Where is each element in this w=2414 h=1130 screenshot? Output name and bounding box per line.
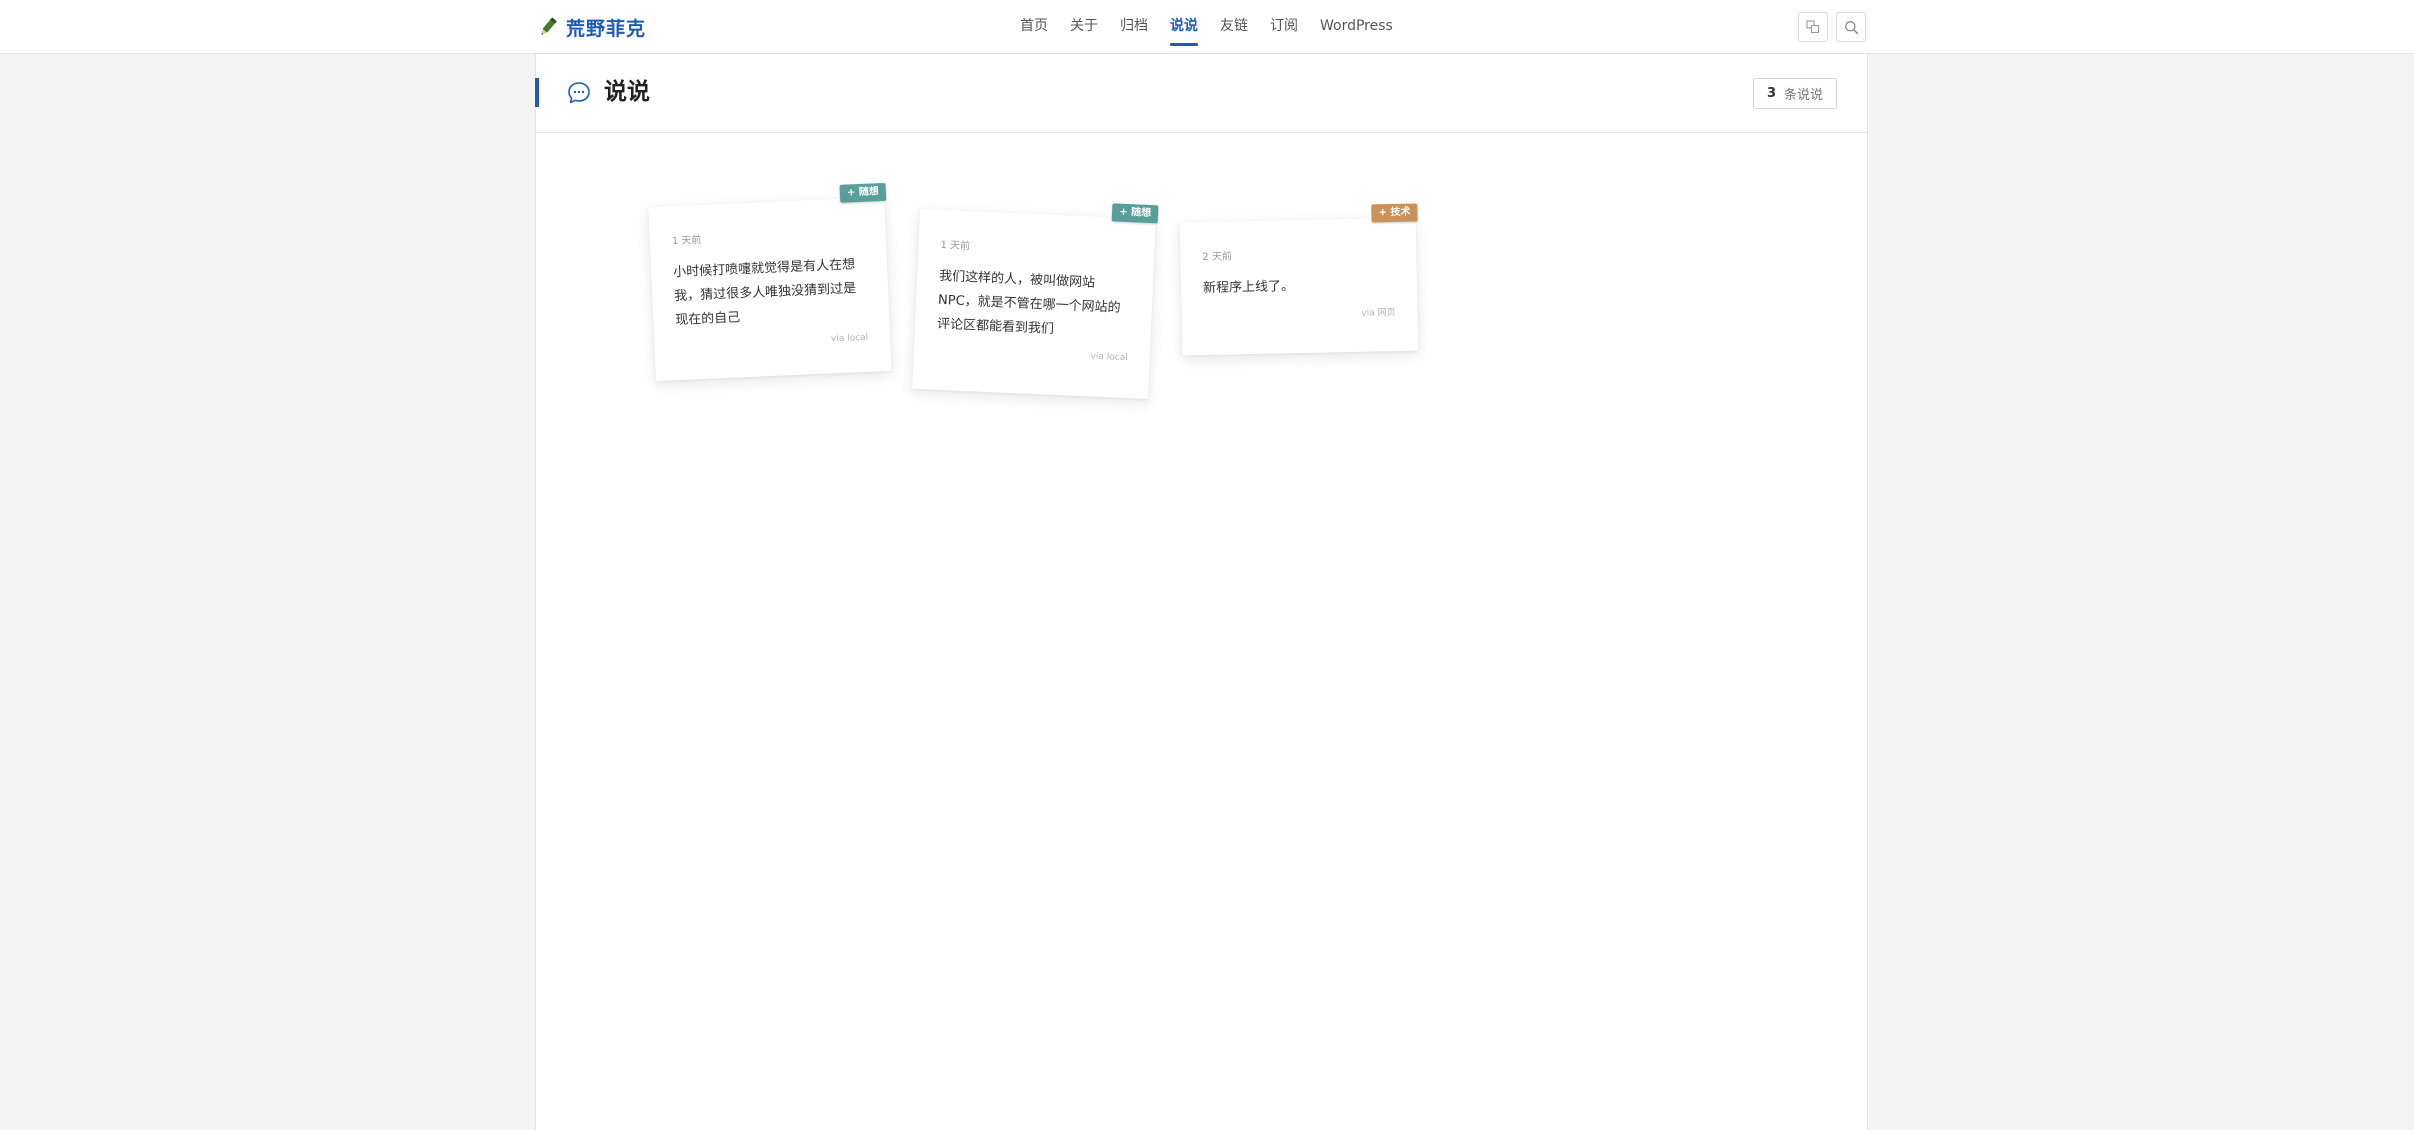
note-time: 1 天前 — [671, 234, 702, 248]
note-source: via local — [830, 332, 869, 345]
nav-item-about[interactable]: 关于 — [1070, 0, 1098, 53]
main-nav: 首页 关于 归档 说说 友链 订阅 WordPress — [1020, 0, 1415, 53]
title-accent-bar — [535, 78, 539, 107]
note-time: 2 天前 — [1202, 251, 1233, 264]
post-count-label: 条说说 — [1783, 88, 1823, 103]
note-text: 小时候打喷嚏就觉得是有人在想我，猜过很多人唯独没猜到过是现在的自己 — [672, 257, 857, 329]
post-count-number: 3 — [1766, 86, 1776, 101]
note-text: 我们这样的人，被叫做网站NPC，就是不管在哪一个网站的评论区都能看到我们 — [936, 268, 1121, 337]
nav-item-subscribe[interactable]: 订阅 — [1270, 0, 1298, 53]
nav-item-archive[interactable]: 归档 — [1120, 0, 1148, 53]
nav-item-links[interactable]: 友链 — [1220, 0, 1248, 53]
search-icon — [1844, 20, 1858, 34]
nav-item-shuoshuo[interactable]: 说说 — [1170, 0, 1198, 53]
pencil-icon — [541, 17, 557, 35]
post-count-badge: 3 条说说 — [1752, 78, 1837, 109]
note-tag[interactable]: + 随想 — [1111, 203, 1159, 224]
site-name: 荒野菲克 — [566, 17, 647, 40]
note-tag[interactable]: + 技术 — [1371, 203, 1418, 223]
content-panel: 说说 3 条说说 + 随想 1 天前 小时候打喷嚏就觉得是有人在想我，猜过很多人… — [535, 54, 1868, 1130]
nav-item-home[interactable]: 首页 — [1020, 0, 1048, 53]
note-source: via 网页 — [1361, 307, 1396, 319]
page-title: 说说 — [604, 79, 650, 105]
note-card[interactable]: + 技术 2 天前 新程序上线了。 via 网页 — [1179, 203, 1419, 356]
translate-icon — [1806, 20, 1820, 34]
nav-item-wordpress[interactable]: WordPress — [1320, 0, 1393, 53]
search-button[interactable] — [1836, 12, 1866, 42]
site-brand[interactable]: 荒野菲克 — [536, 13, 646, 41]
note-card[interactable]: + 随想 1 天前 小时候打喷嚏就觉得是有人在想我，猜过很多人唯独没猜到过是现在… — [648, 182, 892, 382]
page-header: 说说 3 条说说 — [535, 54, 1867, 133]
note-tag[interactable]: + 随想 — [839, 182, 887, 203]
note-source: via local — [1090, 351, 1128, 364]
note-text: 新程序上线了。 — [1202, 279, 1295, 297]
chat-bubble-icon — [568, 82, 590, 104]
note-time: 1 天前 — [940, 239, 971, 253]
note-card[interactable]: + 随想 1 天前 我们这样的人，被叫做网站NPC，就是不管在哪一个网站的评论区… — [912, 203, 1159, 400]
top-header: 荒野菲克 首页 关于 归档 说说 友链 订阅 WordPress — [0, 0, 2414, 54]
translate-button[interactable] — [1798, 12, 1828, 42]
